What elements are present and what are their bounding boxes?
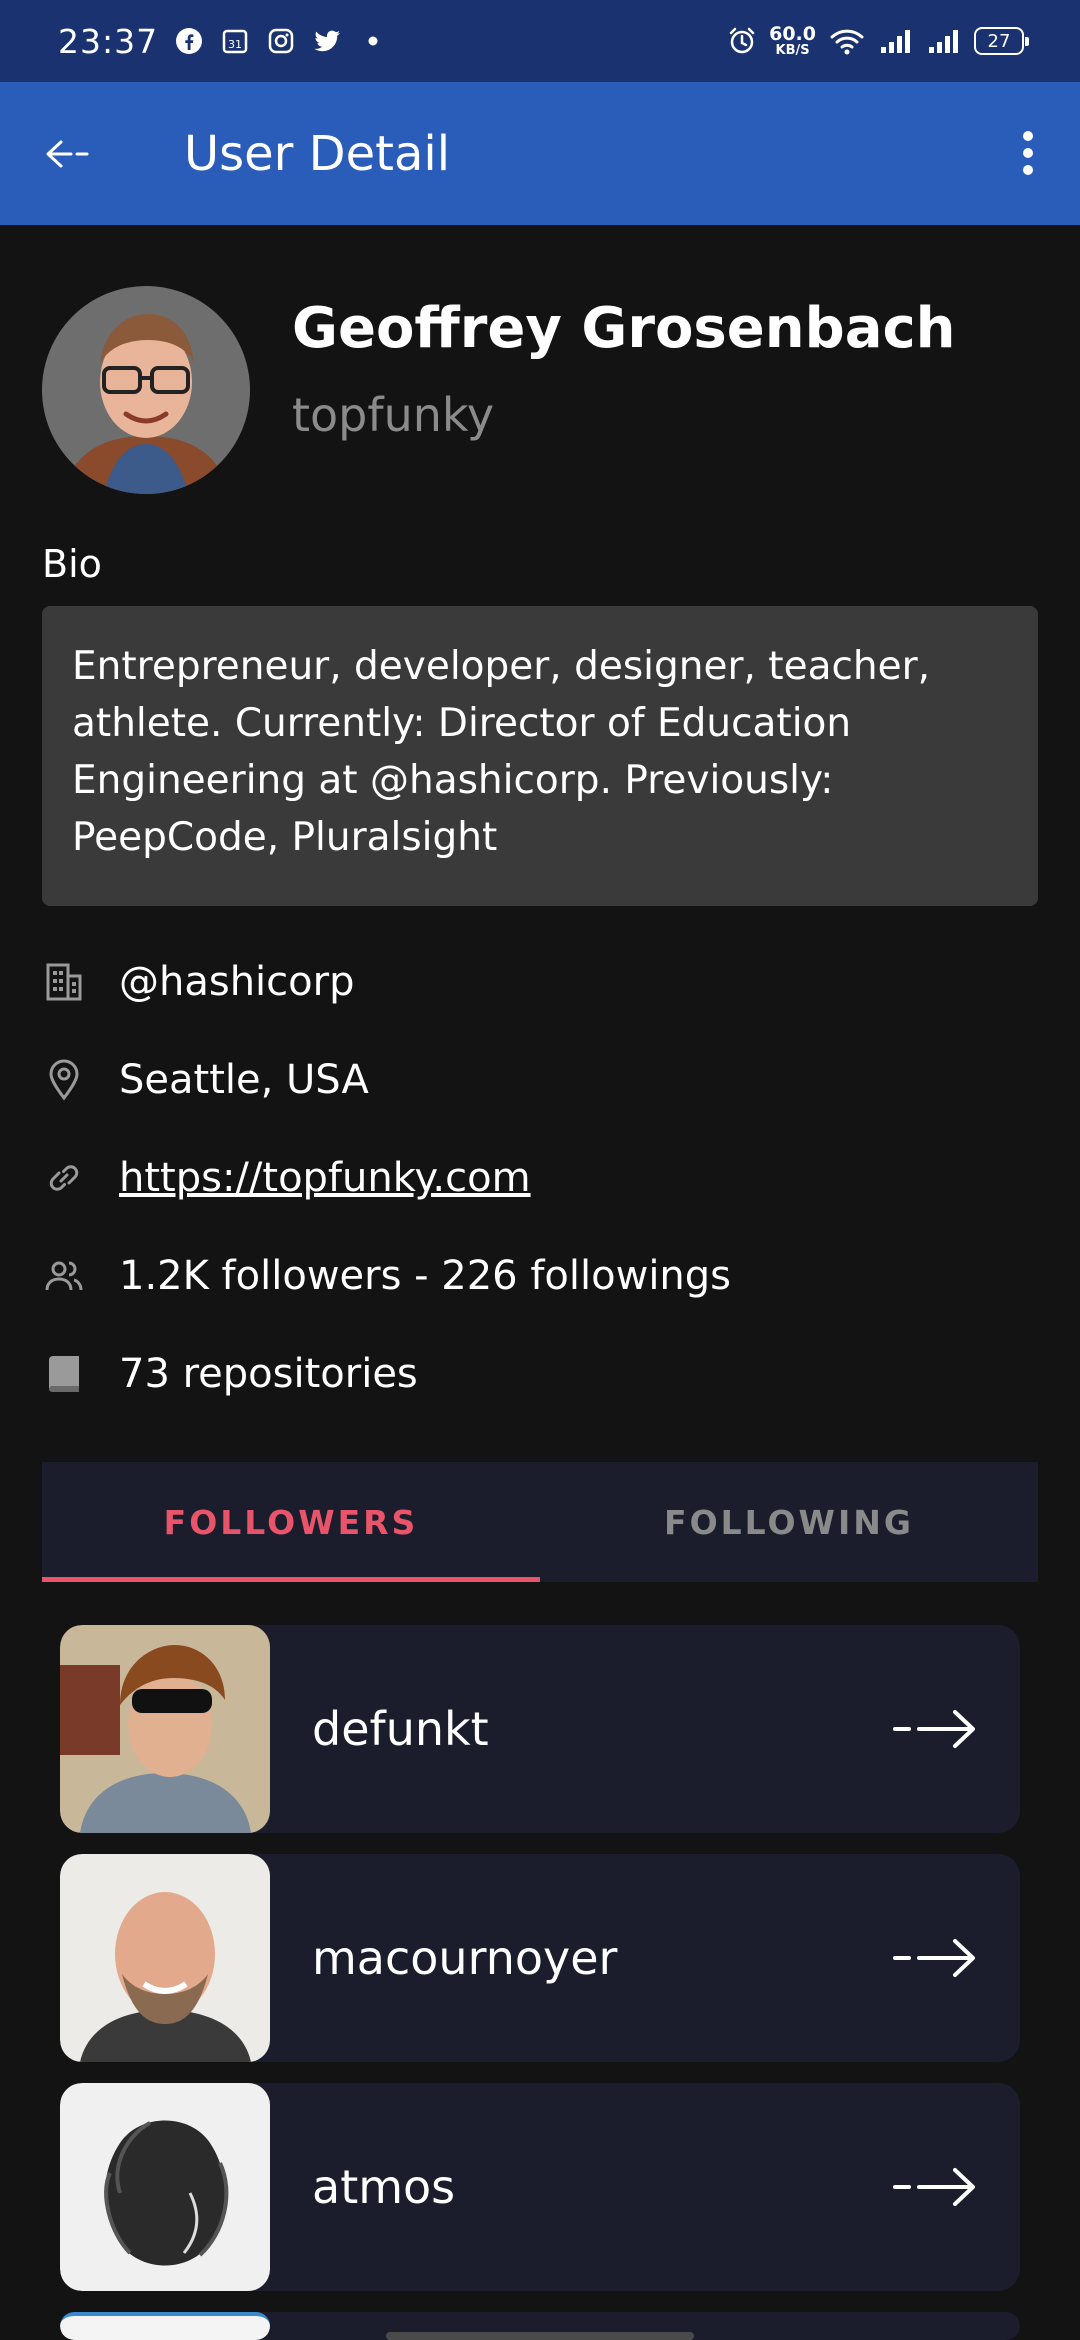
people-icon — [42, 1254, 86, 1298]
company-row: @hashicorp — [42, 952, 354, 1012]
followers-following-tabs: FOLLOWERS FOLLOWING — [42, 1462, 1038, 1582]
twitter-icon — [312, 26, 342, 56]
follow-stats-row: 1.2K followers - 226 followings — [42, 1246, 731, 1306]
instagram-icon — [266, 26, 296, 56]
blog-link[interactable]: https://topfunky.com — [119, 1155, 531, 1201]
battery-indicator: 27 — [974, 27, 1029, 55]
app-bar: User Detail — [0, 82, 1080, 225]
tab-followers[interactable]: FOLLOWERS — [42, 1462, 540, 1582]
location-pin-icon — [42, 1058, 86, 1102]
avatar — [42, 286, 250, 494]
location-row: Seattle, USA — [42, 1050, 369, 1110]
follower-login: atmos — [312, 2160, 456, 2214]
alarm-icon — [727, 26, 757, 56]
status-time: 23:37 — [58, 21, 159, 61]
follower-login: defunkt — [312, 1702, 489, 1756]
profile-name: Geoffrey Grosenbach — [292, 296, 956, 361]
more-vert-icon — [1023, 131, 1033, 175]
arrow-forward-icon — [886, 1699, 986, 1759]
book-icon — [42, 1352, 86, 1396]
network-speed-value: 60.0 — [769, 23, 816, 45]
follower-item-atmos[interactable]: atmos — [60, 2083, 1020, 2291]
link-icon — [42, 1156, 86, 1200]
signal-icon-2 — [926, 26, 962, 56]
follower-item-macournoyer[interactable]: macournoyer — [60, 1854, 1020, 2062]
home-indicator[interactable] — [386, 2332, 694, 2340]
company-text: @hashicorp — [119, 959, 355, 1005]
signal-icon-1 — [878, 26, 914, 56]
page-title: User Detail — [184, 125, 451, 182]
follow-stats-text: 1.2K followers - 226 followings — [119, 1253, 732, 1299]
blog-row: https://topfunky.com — [42, 1148, 531, 1208]
bio-label: Bio — [42, 542, 102, 586]
svg-text:31: 31 — [228, 38, 242, 51]
wifi-icon — [828, 26, 866, 56]
back-button[interactable] — [36, 119, 106, 189]
follower-avatar — [60, 1625, 270, 1833]
repositories-row: 73 repositories — [42, 1344, 418, 1404]
follower-item-defunkt[interactable]: defunkt — [60, 1625, 1020, 1833]
network-speed: 60.0 KB/S — [769, 23, 816, 58]
follower-login: macournoyer — [312, 1931, 618, 1985]
status-right: 60.0 KB/S 27 — [727, 23, 1029, 58]
more-options-button[interactable] — [998, 118, 1058, 188]
notification-dot-icon — [358, 26, 388, 56]
back-arrow-icon — [46, 140, 89, 167]
arrow-forward-icon — [886, 2157, 986, 2217]
profile-login: topfunky — [292, 388, 495, 442]
follower-avatar — [60, 2083, 270, 2291]
facebook-icon — [174, 26, 204, 56]
status-bar: 23:37 31 60.0 KB/S 27 — [0, 0, 1080, 82]
repositories-text: 73 repositories — [119, 1351, 418, 1397]
follower-avatar — [60, 1854, 270, 2062]
calendar-icon: 31 — [220, 26, 250, 56]
bio-text: Entrepreneur, developer, designer, teach… — [42, 606, 1038, 906]
follower-avatar — [60, 2312, 270, 2340]
status-left: 23:37 31 — [58, 22, 388, 61]
tab-following[interactable]: FOLLOWING — [540, 1462, 1038, 1582]
arrow-forward-icon — [886, 1928, 986, 1988]
network-speed-unit: KB/S — [775, 43, 810, 58]
location-text: Seattle, USA — [119, 1057, 369, 1103]
building-icon — [42, 960, 86, 1004]
